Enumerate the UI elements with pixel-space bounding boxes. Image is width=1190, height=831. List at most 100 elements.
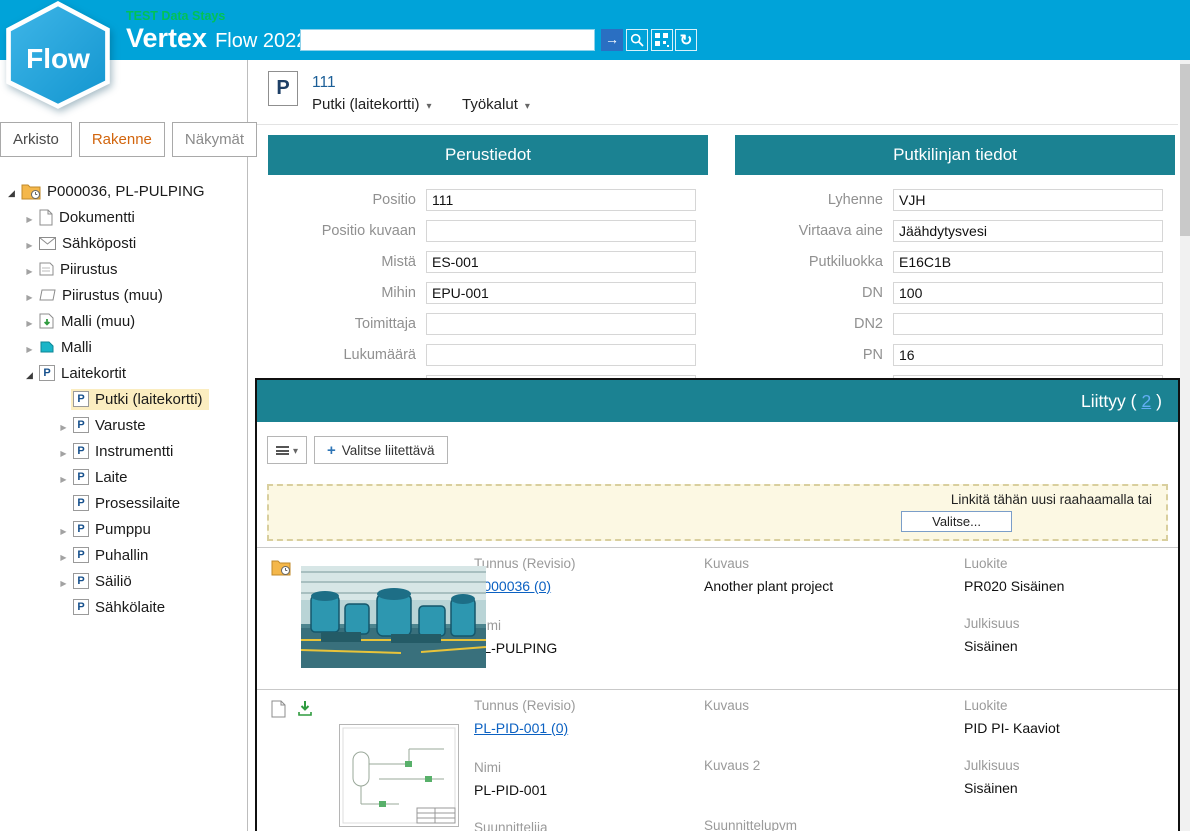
tree-item-malli[interactable]: Malli xyxy=(0,334,246,360)
lyhenne-input[interactable] xyxy=(893,189,1163,211)
positio-input[interactable] xyxy=(426,189,696,211)
expand-arrow-icon[interactable] xyxy=(56,443,71,460)
p-card-icon: P xyxy=(73,495,89,511)
tree-item-label: Laite xyxy=(95,469,128,486)
dialog-title: Liittyy ( xyxy=(1081,391,1136,412)
field-label: Positio kuvaan xyxy=(268,223,426,239)
model-download-icon xyxy=(39,313,55,329)
record-id: 111 xyxy=(312,74,336,92)
link-dropzone[interactable]: Linkitä tähän uusi raahaamalla tai Valit… xyxy=(267,484,1168,541)
refresh-icon xyxy=(680,31,693,50)
expand-arrow-icon[interactable] xyxy=(22,339,37,356)
tree-item-putki[interactable]: PPutki (laitekortti) xyxy=(0,386,246,412)
expand-arrow-icon[interactable] xyxy=(22,313,37,330)
field-row: Mistä xyxy=(268,246,708,277)
sidebar-tabs: Arkisto Rakenne Näkymät xyxy=(0,122,257,157)
tree-item-sahkolaite[interactable]: PSähkölaite xyxy=(0,594,246,620)
tree-item-piirustus-muu[interactable]: Piirustus (muu) xyxy=(0,282,246,308)
mista-input[interactable] xyxy=(426,251,696,273)
field-label: Julkisuus xyxy=(964,616,1168,631)
grid-icon xyxy=(655,33,669,47)
global-search-input[interactable] xyxy=(300,29,595,51)
putkiluokka-input[interactable] xyxy=(893,251,1163,273)
environment-label: TEST Data Stays xyxy=(126,9,225,23)
p-card-icon: P xyxy=(39,365,55,381)
tree-item-dokumentti[interactable]: Dokumentti xyxy=(0,204,246,230)
pid-thumbnail[interactable] xyxy=(339,724,459,827)
field-label: Suunnittelupvm xyxy=(704,818,964,831)
field-row: PN xyxy=(735,339,1175,370)
list-menu-button[interactable] xyxy=(267,436,307,464)
field-label: Tunnus (Revisio) xyxy=(474,556,704,571)
scrollbar-thumb[interactable] xyxy=(1180,64,1190,236)
expand-arrow-icon[interactable] xyxy=(56,469,71,486)
field-value: PL-PULPING xyxy=(474,640,704,656)
choose-file-button[interactable]: Valitse... xyxy=(901,511,1012,532)
expand-arrow-icon[interactable] xyxy=(22,209,37,226)
expand-arrow-icon[interactable] xyxy=(56,573,71,590)
field-row: Toimittaja xyxy=(268,308,708,339)
tree-item-prosessilaite[interactable]: P Prosessilaite xyxy=(0,490,246,516)
pn-input[interactable] xyxy=(893,344,1163,366)
p-card-icon: P xyxy=(73,521,89,537)
tree-item-piirustus[interactable]: Piirustus xyxy=(0,256,246,282)
tree-item-sailio[interactable]: PSäiliö xyxy=(0,568,246,594)
tree-item-pumppu[interactable]: PPumppu xyxy=(0,516,246,542)
add-link-button[interactable]: + Valitse liitettävä xyxy=(314,436,448,464)
p-card-icon: P xyxy=(73,391,89,407)
linked-item-row[interactable]: Tunnus (Revisio)PL-PID-001 (0) NimiPL-PI… xyxy=(257,689,1178,831)
tree-item-label: Puhallin xyxy=(95,547,148,564)
tab-nakymat[interactable]: Näkymät xyxy=(172,122,257,157)
record-type-menu[interactable]: Putki (laitekortti) xyxy=(312,96,432,113)
vertical-scrollbar[interactable] xyxy=(1180,60,1190,831)
expand-arrow-icon[interactable] xyxy=(22,365,37,382)
expand-arrow-icon[interactable] xyxy=(56,521,71,538)
dropzone-hint: Linkitä tähän uusi raahaamalla tai xyxy=(951,492,1152,507)
tree-item-laitekortit[interactable]: PLaitekortit xyxy=(0,360,246,386)
tree-item-sahkoposti[interactable]: Sähköposti xyxy=(0,230,246,256)
dn2-input[interactable] xyxy=(893,313,1163,335)
tools-menu[interactable]: Työkalut xyxy=(462,96,530,113)
search-button[interactable] xyxy=(626,29,648,51)
tree-item-label: Instrumentti xyxy=(95,443,173,460)
tree-item-laite[interactable]: PLaite xyxy=(0,464,246,490)
dn-input[interactable] xyxy=(893,282,1163,304)
toimittaja-input[interactable] xyxy=(426,313,696,335)
mihin-input[interactable] xyxy=(426,282,696,304)
tree-item-label: Sähköposti xyxy=(62,235,136,252)
field-label: Mihin xyxy=(268,285,426,301)
field-row: Lukumäärä xyxy=(268,339,708,370)
dialog-count-link[interactable]: 2 xyxy=(1141,391,1151,412)
tree-item-varuste[interactable]: PVaruste xyxy=(0,412,246,438)
tab-arkisto[interactable]: Arkisto xyxy=(0,122,72,157)
tree-item-malli-muu[interactable]: Malli (muu) xyxy=(0,308,246,334)
expand-arrow-icon[interactable] xyxy=(56,547,71,564)
tree-item-label: Prosessilaite xyxy=(95,495,180,512)
item-id-link[interactable]: PL-PID-001 (0) xyxy=(474,720,568,736)
expand-arrow-icon[interactable] xyxy=(22,235,37,252)
liittyy-dialog: Liittyy ( 2 ) + Valitse liitettävä Linki… xyxy=(255,378,1180,831)
field-label: Luokite xyxy=(964,698,1168,713)
search-icon xyxy=(630,33,644,47)
flow-logo[interactable]: Flow xyxy=(2,0,114,110)
virtaava-aine-input[interactable] xyxy=(893,220,1163,242)
tree-item-instrumentti[interactable]: PInstrumentti xyxy=(0,438,246,464)
search-submit-button[interactable] xyxy=(601,29,623,51)
linked-item-row[interactable]: Tunnus (Revisio)P000036 (0) NimiPL-PULPI… xyxy=(257,547,1178,689)
lukumaara-input[interactable] xyxy=(426,344,696,366)
tab-rakenne[interactable]: Rakenne xyxy=(79,122,165,157)
project-thumbnail[interactable] xyxy=(301,566,486,668)
saved-search-button[interactable] xyxy=(651,29,673,51)
refresh-button[interactable] xyxy=(675,29,697,51)
expand-arrow-icon[interactable] xyxy=(22,261,37,278)
expand-arrow-icon[interactable] xyxy=(4,183,19,200)
app-version: Flow 2022 xyxy=(215,30,307,52)
expand-arrow-icon[interactable] xyxy=(22,287,37,304)
field-value: Sisäinen xyxy=(964,638,1168,654)
positio-kuvaan-input[interactable] xyxy=(426,220,696,242)
expand-arrow-icon[interactable] xyxy=(56,417,71,434)
field-label: DN xyxy=(735,285,893,301)
tree-item-puhallin[interactable]: PPuhallin xyxy=(0,542,246,568)
tree-item-root[interactable]: P000036, PL-PULPING xyxy=(0,178,246,204)
field-label: Toimittaja xyxy=(268,316,426,332)
